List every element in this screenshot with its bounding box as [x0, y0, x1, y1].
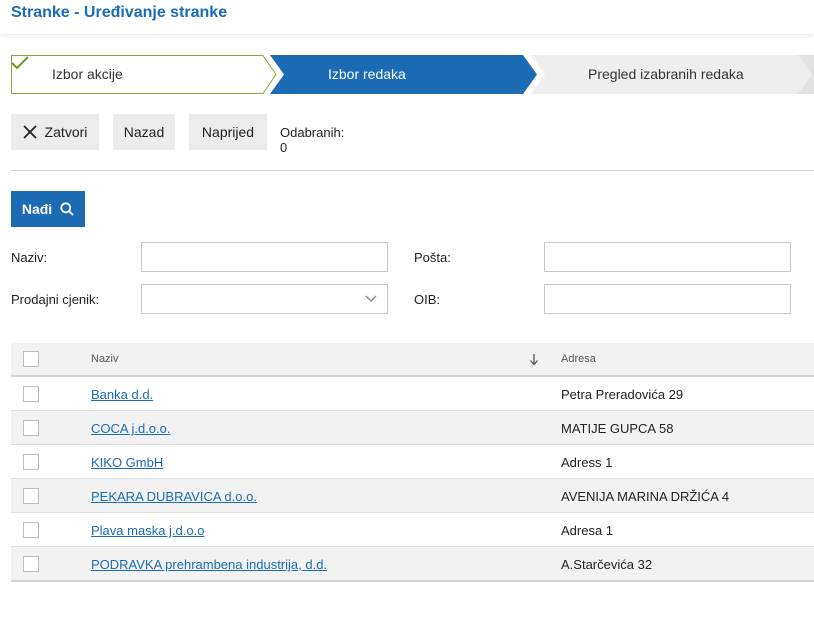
row-address: AVENIJA MARINA DRŽIĆA 4 [561, 489, 730, 504]
divider [11, 170, 814, 171]
find-button[interactable]: Nađi [11, 191, 85, 227]
table-row: Plava maska j.d.o.o Adresa 1 [11, 513, 814, 547]
check-icon [11, 56, 29, 70]
row-name-link[interactable]: PODRAVKA prehrambena industrija, d.d. [91, 557, 327, 572]
wizard-step-1-label: Izbor akcije [52, 66, 123, 82]
table-row: PEKARA DUBRAVICA d.o.o. AVENIJA MARINA D… [11, 479, 814, 513]
wizard-step-2-label: Izbor redaka [328, 66, 406, 82]
select-all-checkbox[interactable] [23, 351, 39, 367]
naziv-label: Naziv: [11, 250, 48, 265]
wizard-step-3-label: Pregled izabranih redaka [588, 66, 744, 82]
row-address: Adress 1 [561, 455, 613, 470]
column-header-adresa[interactable]: Adresa [561, 353, 596, 365]
next-button[interactable]: Naprijed [189, 114, 267, 150]
posta-input[interactable] [544, 242, 791, 272]
close-button[interactable]: Zatvori [11, 114, 99, 150]
row-name-link[interactable]: Plava maska j.d.o.o [91, 523, 204, 538]
column-header-naziv[interactable]: Naziv [91, 353, 119, 365]
row-address: Petra Preradovića 29 [561, 387, 684, 402]
row-name-link[interactable]: Banka d.d. [91, 387, 153, 402]
naziv-input[interactable] [141, 242, 388, 272]
table-bottom-border [11, 580, 814, 582]
arrow-down-icon[interactable] [529, 353, 539, 366]
close-button-label: Zatvori [44, 124, 88, 140]
oib-label: OIB: [414, 292, 441, 307]
row-name-link[interactable]: COCA j.d.o.o. [91, 421, 170, 436]
table-row: Banka d.d. Petra Preradovića 29 [11, 377, 814, 411]
back-button[interactable]: Nazad [113, 114, 175, 150]
row-name-link[interactable]: KIKO GmbH [91, 455, 163, 470]
row-checkbox[interactable] [23, 386, 39, 402]
oib-input[interactable] [544, 284, 791, 314]
page-title: Stranke - Uređivanje stranke [11, 4, 228, 21]
row-checkbox[interactable] [23, 556, 39, 572]
row-address: MATIJE GUPCA 58 [561, 421, 674, 436]
row-address: A.Starčevića 32 [561, 557, 653, 572]
table-row: COCA j.d.o.o. MATIJE GUPCA 58 [11, 411, 814, 445]
row-checkbox[interactable] [23, 454, 39, 470]
table-header: Naziv Adresa [11, 343, 814, 377]
close-icon [22, 125, 37, 139]
cjenik-label: Prodajni cjenik: [11, 292, 100, 307]
wizard-steps: Izbor akcije Izbor redaka Pregled izabra… [11, 55, 814, 94]
posta-label: Pošta: [414, 250, 451, 265]
selected-count: Odabranih: 0 [280, 125, 345, 155]
table-row: KIKO GmbH Adress 1 [11, 445, 814, 479]
page-header: Stranke - Uređivanje stranke [0, 0, 814, 34]
row-checkbox[interactable] [23, 420, 39, 436]
row-name-link[interactable]: PEKARA DUBRAVICA d.o.o. [91, 489, 257, 504]
search-icon [60, 202, 74, 216]
price-list-select[interactable] [141, 284, 388, 314]
row-checkbox[interactable] [23, 488, 39, 504]
row-address: Adresa 1 [561, 523, 614, 538]
row-checkbox[interactable] [23, 522, 39, 538]
table-row: PODRAVKA prehrambena industrija, d.d. A.… [11, 547, 814, 581]
chevron-down-icon [365, 295, 377, 302]
find-button-label: Nađi [21, 201, 53, 217]
